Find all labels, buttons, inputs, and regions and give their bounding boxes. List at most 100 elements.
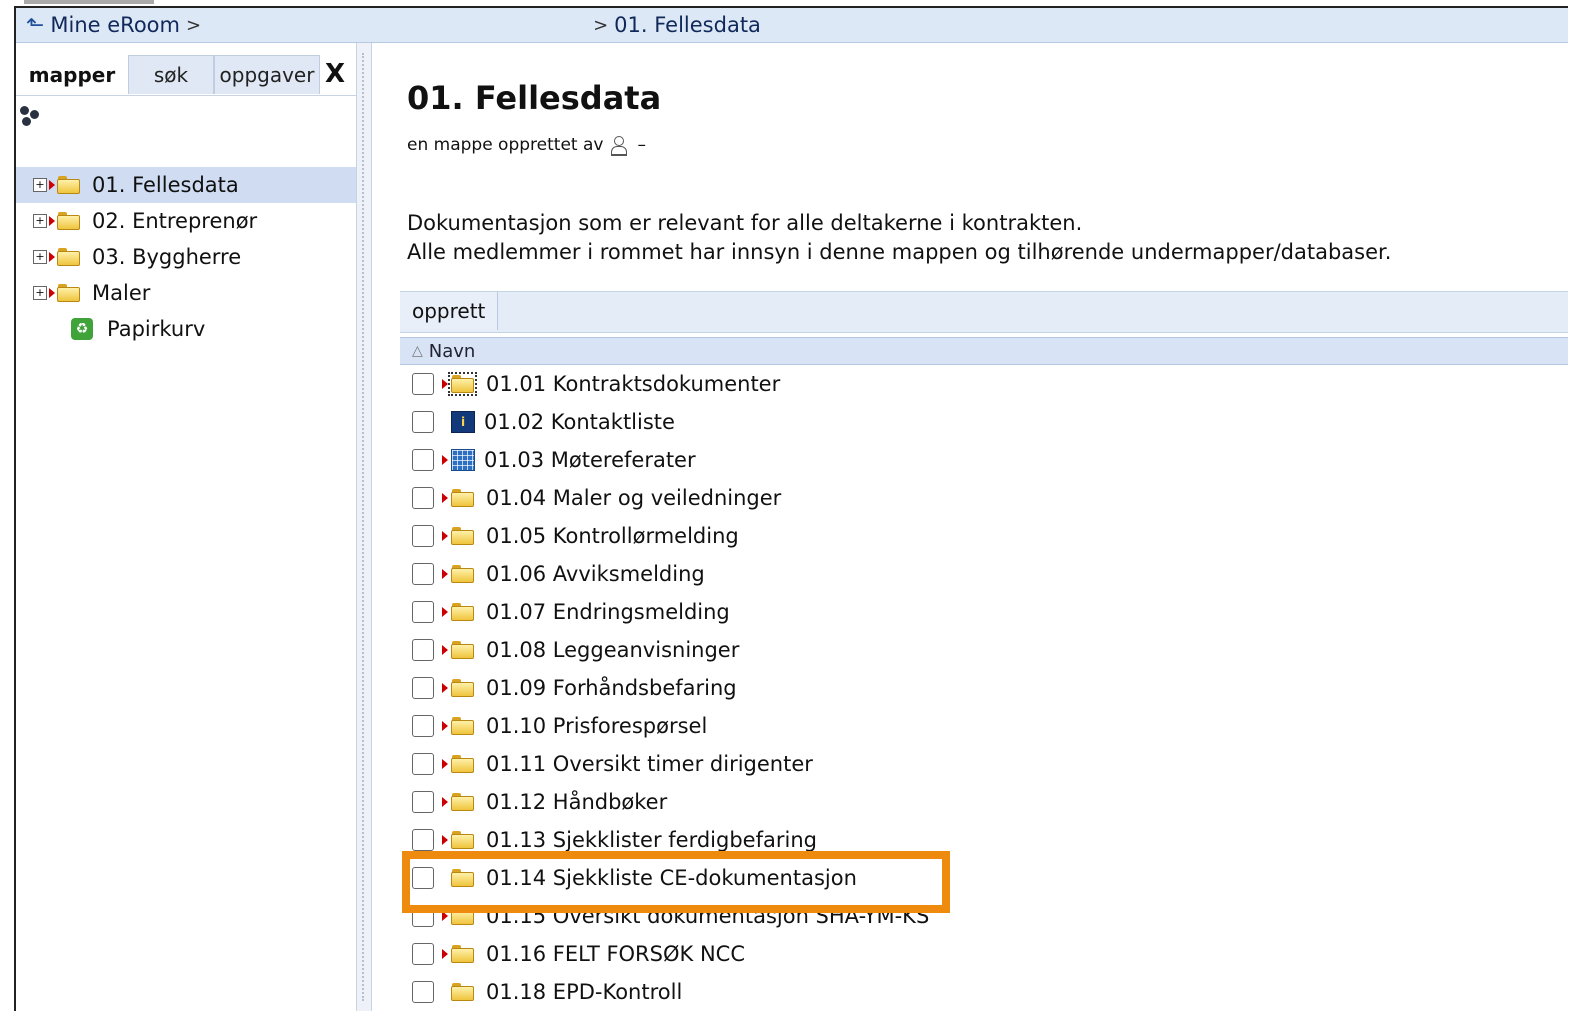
- tree-item-label: 02. Entreprenør: [92, 209, 258, 233]
- folder-icon: [451, 527, 474, 545]
- up-arrow-icon[interactable]: ⬑: [26, 13, 44, 38]
- menu-arrow-icon[interactable]: [442, 759, 448, 769]
- menu-arrow-icon[interactable]: [49, 216, 55, 226]
- description-line: Dokumentasjon som er relevant for alle d…: [407, 211, 1083, 235]
- list-item[interactable]: 01.11 Oversikt timer dirigenter: [400, 745, 1568, 783]
- list-item[interactable]: 01.04 Maler og veiledninger: [400, 479, 1568, 517]
- tree-item-maler[interactable]: + Maler: [16, 275, 356, 311]
- menu-arrow-icon[interactable]: [49, 180, 55, 190]
- tree-item-entreprenor[interactable]: + 02. Entreprenør: [16, 203, 356, 239]
- folder-icon: [57, 284, 80, 302]
- item-name[interactable]: 01.05 Kontrollørmelding: [486, 524, 739, 548]
- list-item[interactable]: 01.08 Leggeanvisninger: [400, 631, 1568, 669]
- list-item[interactable]: 01.01 Kontraktsdokumenter: [400, 365, 1568, 403]
- row-checkbox[interactable]: [412, 943, 434, 965]
- item-name[interactable]: 01.01 Kontraktsdokumenter: [486, 372, 780, 396]
- column-header-name[interactable]: Navn: [429, 341, 476, 362]
- list-item[interactable]: 01.12 Håndbøker: [400, 783, 1568, 821]
- row-checkbox[interactable]: [412, 411, 434, 433]
- expand-icon[interactable]: +: [33, 286, 47, 300]
- row-checkbox[interactable]: [412, 563, 434, 585]
- list-item[interactable]: 01.18 EPD-Kontroll: [400, 973, 1568, 1011]
- list-item[interactable]: 01.03 Møtereferater: [400, 441, 1568, 479]
- item-name[interactable]: 01.16 FELT FORSØK NCC: [486, 942, 745, 966]
- list-item[interactable]: 01.07 Endringsmelding: [400, 593, 1568, 631]
- folder-icon: [451, 793, 474, 811]
- list-item[interactable]: 01.05 Kontrollørmelding: [400, 517, 1568, 555]
- menu-arrow-icon[interactable]: [442, 949, 448, 959]
- row-checkbox[interactable]: [412, 791, 434, 813]
- folder-icon: [451, 945, 474, 963]
- created-by-label: en mappe opprettet av: [407, 135, 604, 155]
- folder-icon: [451, 603, 474, 621]
- row-checkbox[interactable]: [412, 829, 434, 851]
- row-checkbox[interactable]: [412, 525, 434, 547]
- row-checkbox[interactable]: [412, 677, 434, 699]
- menu-arrow-icon[interactable]: [49, 288, 55, 298]
- eroom-window: ⬑ Mine eRoom > > 01. Fellesdata mapper s…: [14, 6, 1568, 1011]
- tab-mapper[interactable]: mapper: [16, 55, 128, 94]
- item-name[interactable]: 01.13 Sjekklister ferdigbefaring: [486, 828, 817, 852]
- tree-item-papirkurv[interactable]: ♻ Papirkurv: [16, 311, 356, 347]
- menu-arrow-icon[interactable]: [49, 252, 55, 262]
- creator-dash: –: [637, 135, 646, 155]
- item-name[interactable]: 01.10 Prisforespørsel: [486, 714, 707, 738]
- item-name[interactable]: 01.09 Forhåndsbefaring: [486, 676, 737, 700]
- item-name[interactable]: 01.18 EPD-Kontroll: [486, 980, 682, 1004]
- row-checkbox[interactable]: [412, 487, 434, 509]
- list-item[interactable]: 01.10 Prisforespørsel: [400, 707, 1568, 745]
- menu-arrow-icon[interactable]: [442, 379, 448, 389]
- menu-arrow-icon[interactable]: [442, 797, 448, 807]
- row-checkbox[interactable]: [412, 449, 434, 471]
- folder-icon: [57, 176, 80, 194]
- tab-sok[interactable]: søk: [128, 55, 214, 94]
- row-checkbox[interactable]: [412, 715, 434, 737]
- item-name[interactable]: 01.12 Håndbøker: [486, 790, 667, 814]
- sort-ascending-icon[interactable]: △: [412, 343, 423, 359]
- pane-splitter[interactable]: [356, 43, 372, 1011]
- breadcrumb-root-link[interactable]: Mine eRoom: [50, 13, 180, 37]
- row-checkbox[interactable]: [412, 639, 434, 661]
- item-name[interactable]: 01.11 Oversikt timer dirigenter: [486, 752, 813, 776]
- menu-arrow-icon[interactable]: [442, 607, 448, 617]
- created-by-line: en mappe opprettet av –: [407, 135, 646, 156]
- create-button[interactable]: opprett: [400, 292, 499, 330]
- row-checkbox[interactable]: [412, 373, 434, 395]
- list-item[interactable]: 01.09 Forhåndsbefaring: [400, 669, 1568, 707]
- item-name[interactable]: 01.04 Maler og veiledninger: [486, 486, 781, 510]
- room-icon: [20, 106, 42, 128]
- menu-arrow-icon[interactable]: [442, 835, 448, 845]
- expand-icon[interactable]: +: [33, 178, 47, 192]
- tree-item-fellesdata[interactable]: + 01. Fellesdata: [16, 167, 356, 203]
- item-name[interactable]: 01.03 Møtereferater: [484, 448, 696, 472]
- item-name[interactable]: 01.08 Leggeanvisninger: [486, 638, 739, 662]
- row-checkbox[interactable]: [412, 981, 434, 1003]
- menu-arrow-icon[interactable]: [442, 683, 448, 693]
- item-name[interactable]: 01.06 Avviksmelding: [486, 562, 705, 586]
- tree-item-label: Papirkurv: [107, 317, 206, 341]
- row-checkbox[interactable]: [412, 753, 434, 775]
- contact-list-icon: i: [451, 411, 475, 433]
- tree-item-byggherre[interactable]: + 03. Byggherre: [16, 239, 356, 275]
- list-header: △ Navn: [400, 337, 1568, 365]
- row-checkbox[interactable]: [412, 601, 434, 623]
- menu-arrow-icon[interactable]: [442, 569, 448, 579]
- expand-icon[interactable]: +: [33, 250, 47, 264]
- list-item[interactable]: 01.16 FELT FORSØK NCC: [400, 935, 1568, 973]
- menu-arrow-icon[interactable]: [442, 645, 448, 655]
- item-name[interactable]: 01.02 Kontaktliste: [484, 410, 675, 434]
- person-icon[interactable]: [611, 136, 628, 156]
- list-item[interactable]: i 01.02 Kontaktliste: [400, 403, 1568, 441]
- expand-icon[interactable]: +: [33, 214, 47, 228]
- menu-arrow-icon[interactable]: [442, 455, 448, 465]
- folder-icon: [451, 983, 474, 1001]
- item-name[interactable]: 01.07 Endringsmelding: [486, 600, 730, 624]
- list-item[interactable]: 01.06 Avviksmelding: [400, 555, 1568, 593]
- breadcrumb-separator: >: [185, 14, 202, 36]
- menu-arrow-icon[interactable]: [442, 721, 448, 731]
- close-icon[interactable]: X: [320, 57, 350, 91]
- tree-item-label: 01. Fellesdata: [92, 173, 239, 197]
- menu-arrow-icon[interactable]: [442, 493, 448, 503]
- menu-arrow-icon[interactable]: [442, 531, 448, 541]
- tab-oppgaver[interactable]: oppgaver: [214, 55, 320, 94]
